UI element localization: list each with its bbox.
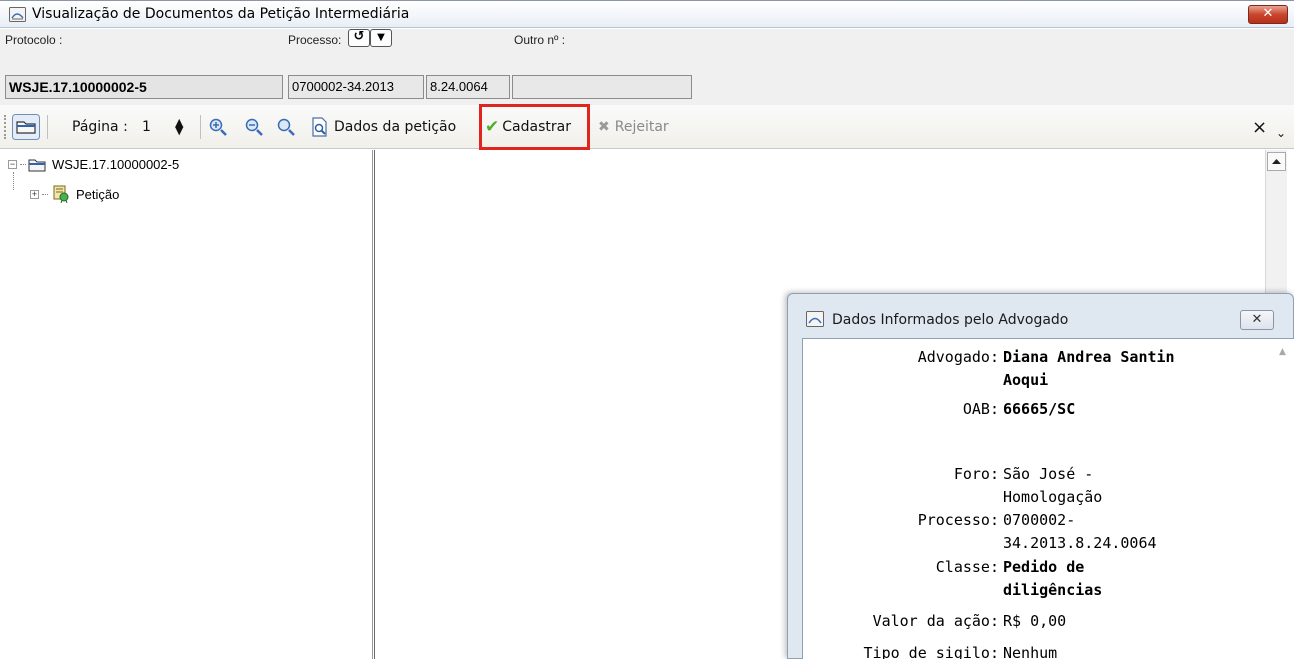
rejeitar-button[interactable]: ✖ Rejeitar [598, 105, 669, 149]
dialog-title: Dados Informados pelo Advogado [832, 312, 1069, 328]
scroll-up-icon[interactable]: ▲ [1279, 347, 1286, 357]
toolbar-close-button[interactable]: × [1252, 105, 1267, 149]
tree-item-label: Petição [76, 186, 120, 202]
cadastrar-highlight-box [479, 104, 590, 150]
zoom-fit-button[interactable] [276, 105, 296, 149]
folder-icon [28, 159, 46, 171]
certificate-icon [53, 185, 69, 203]
spinner-icon[interactable]: ▲ ▼ [175, 105, 183, 149]
field-key: Classe: [935, 558, 999, 576]
chevron-up-icon [1272, 159, 1281, 164]
tree-root-item[interactable]: − WSJE.17.10000002-5 [8, 157, 179, 172]
processo-label: Processo: [288, 33, 342, 47]
processo-suffix-field[interactable]: 8.24.0064 [426, 75, 510, 99]
field-value: São José - [1003, 465, 1094, 483]
field-value: 0700002- [1003, 511, 1076, 529]
field-key: Processo: [917, 511, 999, 529]
field-value: Pedido de [1003, 558, 1085, 576]
undo-icon[interactable]: ↺ [348, 29, 370, 47]
field-value: Nenhum [1003, 644, 1058, 659]
field-key: OAB: [962, 400, 999, 418]
advogado-data-dialog: Dados Informados pelo Advogado ✕ ▲ Advog… [787, 293, 1294, 659]
tree-connector [42, 193, 48, 195]
protocolo-label: Protocolo : [5, 33, 63, 47]
app-icon [9, 7, 26, 22]
tree-item-peticao[interactable]: + Petição [30, 185, 119, 203]
folder-icon [12, 114, 40, 140]
window-title-bar: Visualização de Documentos da Petição In… [0, 0, 1294, 28]
toolbar: Página : 1 ▲ ▼ Dados da petição ✔ Cadast… [0, 105, 1294, 149]
dialog-content: ▲ Advogado: Diana Andrea Santin Aoqui OA… [802, 338, 1294, 659]
header-fields: Protocolo : WSJE.17.10000002-5 Processo:… [0, 29, 1294, 105]
rejeitar-label: Rejeitar [614, 119, 669, 135]
outro-label: Outro nº : [514, 33, 566, 47]
scroll-up-button[interactable] [1267, 152, 1286, 171]
toolbar-grip [4, 115, 7, 139]
zoom-out-icon [245, 118, 263, 136]
field-value-line2: Aoqui [1003, 371, 1049, 389]
field-value: 66665/SC [1003, 400, 1076, 418]
folder-button[interactable] [12, 105, 40, 149]
dados-peticao-button[interactable]: Dados da petição [310, 105, 456, 149]
app-icon [806, 311, 824, 327]
field-key: Tipo de sigilo: [863, 644, 999, 659]
field-value: Diana Andrea Santin [1003, 348, 1175, 366]
zoom-in-icon [209, 118, 227, 136]
collapse-icon[interactable]: − [8, 160, 17, 169]
processo-extra-field[interactable] [512, 75, 692, 99]
chevron-down-icon[interactable]: ▼ [370, 29, 392, 47]
field-key: Advogado: [917, 348, 999, 366]
field-value: R$ 0,00 [1003, 612, 1067, 630]
dialog-close-button[interactable]: ✕ [1240, 310, 1274, 330]
tree-connector [13, 172, 14, 190]
field-value-line2: Homologação [1003, 488, 1103, 506]
toolbar-separator [47, 115, 48, 139]
expand-icon[interactable]: + [30, 189, 39, 199]
window-title: Visualização de Documentos da Petição In… [32, 6, 410, 22]
field-value-line2: diligências [1003, 581, 1103, 599]
protocolo-field[interactable]: WSJE.17.10000002-5 [5, 75, 283, 99]
pagina-input[interactable]: 1 [142, 105, 151, 149]
zoom-out-button[interactable] [244, 105, 264, 149]
window-close-button[interactable]: ✕ [1248, 5, 1288, 24]
pagina-label: Página : [72, 119, 128, 135]
tree-root-label: WSJE.17.10000002-5 [52, 157, 180, 172]
dados-peticao-label: Dados da petição [334, 119, 457, 135]
x-icon: ✖ [598, 119, 610, 135]
toolbar-overflow-icon[interactable]: ⌄ [1276, 111, 1286, 155]
field-key: Foro: [953, 465, 999, 483]
zoom-in-button[interactable] [208, 105, 228, 149]
zoom-fit-icon [277, 118, 295, 136]
document-tree: − WSJE.17.10000002-5 + Petição [0, 150, 373, 659]
document-search-icon [312, 117, 327, 137]
field-value-line2: 34.2013.8.24.0064 [1003, 534, 1157, 552]
processo-number-field[interactable]: 0700002-34.2013 [288, 75, 424, 99]
tree-connector [20, 164, 26, 165]
toolbar-separator [200, 115, 201, 139]
field-key: Valor da ação: [872, 612, 999, 630]
